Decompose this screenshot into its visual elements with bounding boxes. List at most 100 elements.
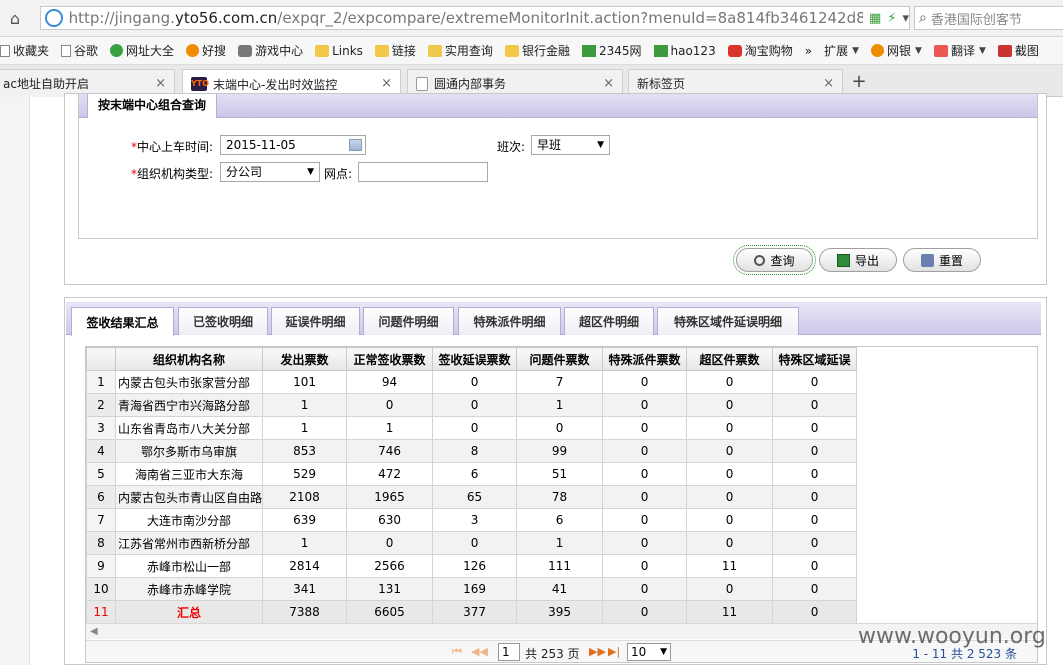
tab-special-area-delay-detail[interactable]: 特殊区域件延误明细 <box>657 307 799 335</box>
close-icon[interactable]: × <box>155 76 166 91</box>
table-row[interactable]: 8 江苏省常州市西新桥分部 1 0 0 1 0 0 0 <box>86 531 858 555</box>
tab-label: ac地址自助开启 <box>3 77 89 91</box>
column-header[interactable]: 特殊区域延误 <box>772 347 858 371</box>
next-page-icon[interactable]: ▶▶ <box>589 645 606 658</box>
bookmark-item[interactable]: 截图 <box>997 42 1039 59</box>
bookmark-item[interactable]: 淘宝购物 <box>727 42 793 59</box>
table-cell: 639 <box>262 508 348 532</box>
bookmark-item[interactable]: 银行金融 <box>504 42 570 59</box>
tab-out-of-area-detail[interactable]: 超区件明细 <box>564 307 654 335</box>
table-cell: 2566 <box>346 554 434 578</box>
table-cell: 0 <box>686 393 774 417</box>
table-row[interactable]: 1 内蒙古包头市张家营分部 101 94 0 7 0 0 0 <box>86 370 858 394</box>
org-type-select[interactable]: 分公司 ▼ <box>220 162 320 182</box>
table-cell: 746 <box>346 439 434 463</box>
last-page-icon[interactable]: ▶| <box>608 645 620 658</box>
tab-label: 圆通内部事务 <box>434 77 507 91</box>
column-header[interactable]: 发出票数 <box>262 347 348 371</box>
total-cell: 0 <box>602 600 688 624</box>
table-cell: 1 <box>516 531 604 555</box>
row-number: 6 <box>86 485 116 509</box>
table-row[interactable]: 5 海南省三亚市大东海 529 472 6 51 0 0 0 <box>86 462 858 486</box>
table-cell: 大连市南沙分部 <box>114 508 264 532</box>
table-cell: 0 <box>686 485 774 509</box>
chevron-down-icon[interactable]: ▼ <box>915 46 922 56</box>
column-header[interactable]: 签收延误票数 <box>432 347 518 371</box>
home-icon[interactable]: ⌂ <box>0 9 30 28</box>
url-field[interactable]: http://jingang.yto56.com.cn/expqr_2/expc… <box>40 6 910 30</box>
prev-page-icon[interactable]: ◀◀ <box>471 645 488 658</box>
scroll-left-icon[interactable]: ◀ <box>90 626 98 637</box>
chevron-down-icon[interactable]: ▼ <box>852 46 859 56</box>
search-text[interactable]: 香港国际创客节 <box>931 9 1022 28</box>
table-cell: 赤峰市赤峰学院 <box>114 577 264 601</box>
table-row[interactable]: 9 赤峰市松山一部 2814 2566 126 111 0 11 0 <box>86 554 858 578</box>
bookmark-label: 网银 <box>887 44 912 58</box>
bookmark-label: 扩展 <box>824 44 849 58</box>
bookmark-item[interactable]: 谷歌 <box>61 42 98 59</box>
calendar-icon[interactable] <box>349 139 362 151</box>
first-page-icon[interactable]: ⏮ <box>452 645 462 659</box>
chevron-down-icon[interactable]: ▼ <box>979 46 986 56</box>
row-number: 11 <box>86 600 116 624</box>
column-header[interactable]: 问题件票数 <box>516 347 604 371</box>
bookmark-item[interactable]: 网址大全 <box>110 42 174 59</box>
shift-select[interactable]: 早班 ▼ <box>531 135 610 155</box>
search-box[interactable]: ⌕ 香港国际创客节 <box>914 6 1063 30</box>
bookmark-item[interactable]: 2345网 <box>581 42 642 59</box>
close-icon[interactable]: × <box>603 76 614 91</box>
table-row[interactable]: 10 赤峰市赤峰学院 341 131 169 41 0 0 0 <box>86 577 858 601</box>
tab-special-delivery-detail[interactable]: 特殊派件明细 <box>458 307 561 335</box>
close-icon[interactable]: × <box>381 76 392 91</box>
tab-signed-detail[interactable]: 已签收明细 <box>178 307 268 335</box>
tab-delayed-detail[interactable]: 延误件明细 <box>271 307 360 335</box>
lightning-icon[interactable]: ⚡ <box>887 11 896 26</box>
table-cell: 内蒙古包头市张家营分部 <box>114 370 264 394</box>
table-row[interactable]: 7 大连市南沙分部 639 630 3 6 0 0 0 <box>86 508 858 532</box>
qr-icon[interactable]: ▦ <box>869 11 881 26</box>
query-panel: 按末端中心组合查询 *中心上车时间: 2015-11-05 班次: 早班 ▼ *… <box>64 93 1047 285</box>
bookmark-item[interactable]: 扩展 ▼ <box>824 42 859 59</box>
table-row[interactable]: 2 青海省西宁市兴海路分部 1 0 0 1 0 0 0 <box>86 393 858 417</box>
bookmark-item[interactable]: 网银 ▼ <box>871 42 922 59</box>
column-header[interactable]: 组织机构名称 <box>114 347 264 371</box>
query-header: 按末端中心组合查询 <box>79 94 1037 118</box>
bookmark-item[interactable]: 收藏夹 <box>0 42 49 59</box>
branch-input[interactable] <box>358 162 488 182</box>
table-row[interactable]: 3 山东省青岛市八大关分部 1 1 0 0 0 0 0 <box>86 416 858 440</box>
query-button[interactable]: 查询 <box>733 245 816 275</box>
new-tab-button[interactable]: + <box>846 71 872 95</box>
column-header[interactable]: 超区件票数 <box>686 347 774 371</box>
column-header[interactable] <box>86 347 116 371</box>
bookmark-item[interactable]: 实用查询 <box>427 42 493 59</box>
bookmark-item[interactable]: » <box>805 44 812 58</box>
reset-button[interactable]: 重置 <box>903 248 981 272</box>
table-row[interactable]: 4 鄂尔多斯市乌审旗 853 746 8 99 0 0 0 <box>86 439 858 463</box>
dropdown-icon[interactable]: ▾ <box>902 11 909 26</box>
table-cell: 0 <box>686 439 774 463</box>
export-button[interactable]: 导出 <box>819 248 897 272</box>
bookmark-item[interactable]: 游戏中心 <box>238 42 303 59</box>
bookmark-label: 谷歌 <box>74 44 99 58</box>
page-size-select[interactable]: 10 ▼ <box>627 643 671 661</box>
bookmark-item[interactable]: hao123 <box>653 44 716 58</box>
gamepad-icon <box>238 44 253 57</box>
tab-sign-summary[interactable]: 签收结果汇总 <box>71 307 174 336</box>
bookmark-item[interactable]: 链接 <box>374 42 416 59</box>
bookmark-item[interactable]: 好搜 <box>186 42 226 59</box>
chevron-down-icon: ▼ <box>597 140 604 150</box>
bookmark-item[interactable]: 翻译 ▼ <box>933 42 986 59</box>
scissors-icon <box>997 44 1012 57</box>
close-icon[interactable]: × <box>823 76 834 91</box>
table-row[interactable]: 6 内蒙古包头市青山区自由路 2108 1965 65 78 0 0 0 <box>86 485 858 509</box>
column-header[interactable]: 正常签收票数 <box>346 347 434 371</box>
row-number: 9 <box>86 554 116 578</box>
bookmark-label: 链接 <box>391 44 416 58</box>
tab-problem-detail[interactable]: 问题件明细 <box>363 307 454 335</box>
bookmark-item[interactable]: Links <box>315 44 363 58</box>
url-text[interactable]: http://jingang.yto56.com.cn/expqr_2/expc… <box>69 9 863 27</box>
column-header[interactable]: 特殊派件票数 <box>602 347 688 371</box>
page-number-input[interactable]: 1 <box>498 643 520 661</box>
table-cell: 101 <box>262 370 348 394</box>
depart-time-input[interactable]: 2015-11-05 <box>220 135 366 155</box>
